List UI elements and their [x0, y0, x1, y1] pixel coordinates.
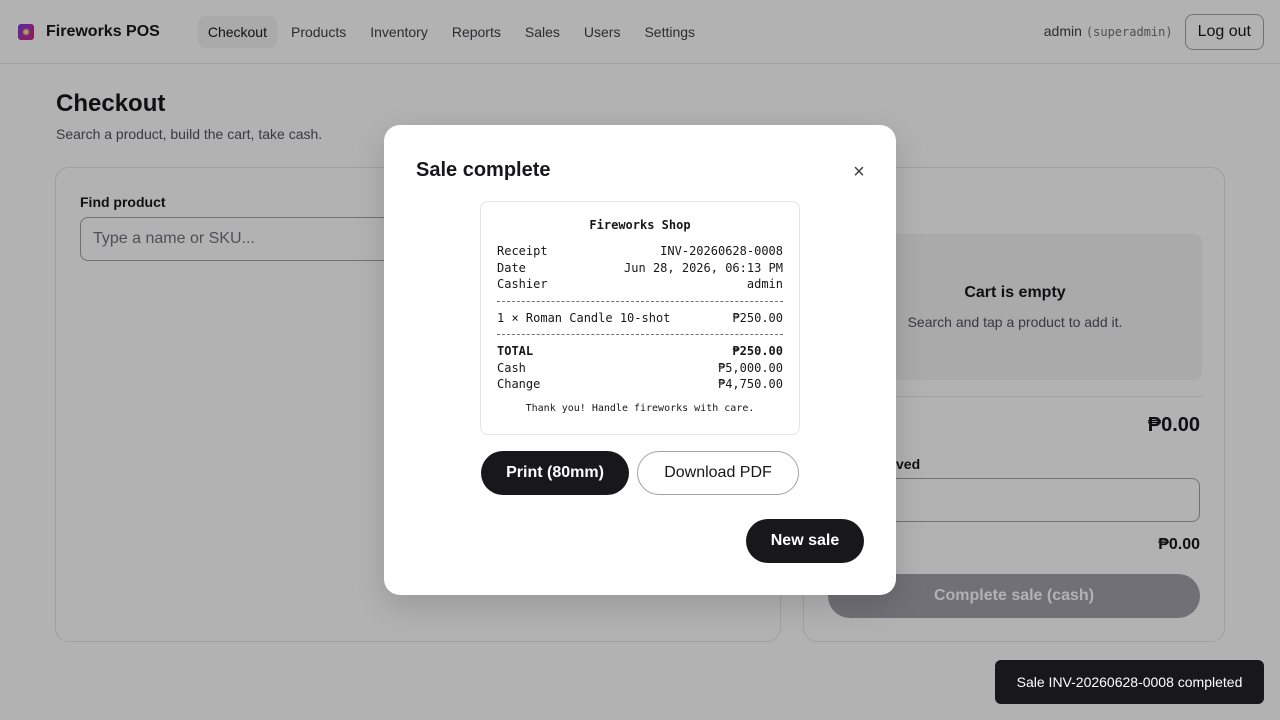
receipt-row-value: Jun 28, 2026, 06:13 PM — [624, 260, 783, 275]
receipt-row-label: Receipt — [497, 244, 548, 258]
receipt-row-label: Cash — [497, 360, 526, 375]
receipt-row-value: ₱4,750.00 — [717, 377, 783, 391]
receipt-shop-name: Fireworks Shop — [589, 218, 691, 232]
receipt-row-label: TOTAL — [497, 344, 534, 358]
receipt-divider — [497, 334, 783, 335]
receipt-preview: Fireworks Shop Receipt INV-20260628-0008… — [480, 201, 800, 435]
receipt-row-label: Change — [497, 377, 541, 391]
sale-completed-toast: Sale INV-20260628-0008 completed — [995, 660, 1264, 704]
receipt-row-cashier: Cashier admin — [497, 276, 783, 293]
receipt-row-change: Change ₱4,750.00 — [497, 376, 783, 393]
receipt-row-total: TOTAL ₱250.00 — [497, 343, 783, 360]
receipt-row-value: ₱250.00 — [732, 344, 783, 358]
receipt-row-label: Cashier — [497, 277, 548, 291]
receipt-line-item: 1 × Roman Candle 10-shot ₱250.00 — [497, 310, 783, 327]
receipt-row-value: ₱5,000.00 — [717, 360, 783, 375]
toast-message: Sale INV-20260628-0008 completed — [1016, 674, 1243, 690]
new-sale-button[interactable]: New sale — [746, 519, 864, 563]
dialog-title: Sale complete — [416, 159, 551, 181]
download-pdf-button[interactable]: Download PDF — [637, 451, 799, 495]
receipt-thanks: Thank you! Handle fireworks with care. — [525, 402, 755, 414]
receipt-row-value: admin — [746, 277, 783, 291]
receipt-item-label: 1 × Roman Candle 10-shot — [497, 310, 671, 325]
receipt-row-date: Date Jun 28, 2026, 06:13 PM — [497, 260, 783, 277]
receipt-divider — [497, 300, 783, 302]
print-receipt-button[interactable]: Print (80mm) — [481, 451, 629, 495]
receipt-row-receipt: Receipt INV-20260628-0008 — [497, 243, 783, 260]
receipt-row-value: INV-20260628-0008 — [660, 244, 783, 258]
sale-complete-dialog: Sale complete × Fireworks Shop Receipt I… — [384, 125, 896, 595]
close-icon[interactable]: × — [848, 161, 870, 183]
receipt-item-price: ₱250.00 — [732, 310, 783, 325]
receipt-row-cash: Cash ₱5,000.00 — [497, 360, 783, 377]
receipt-row-label: Date — [497, 260, 526, 275]
